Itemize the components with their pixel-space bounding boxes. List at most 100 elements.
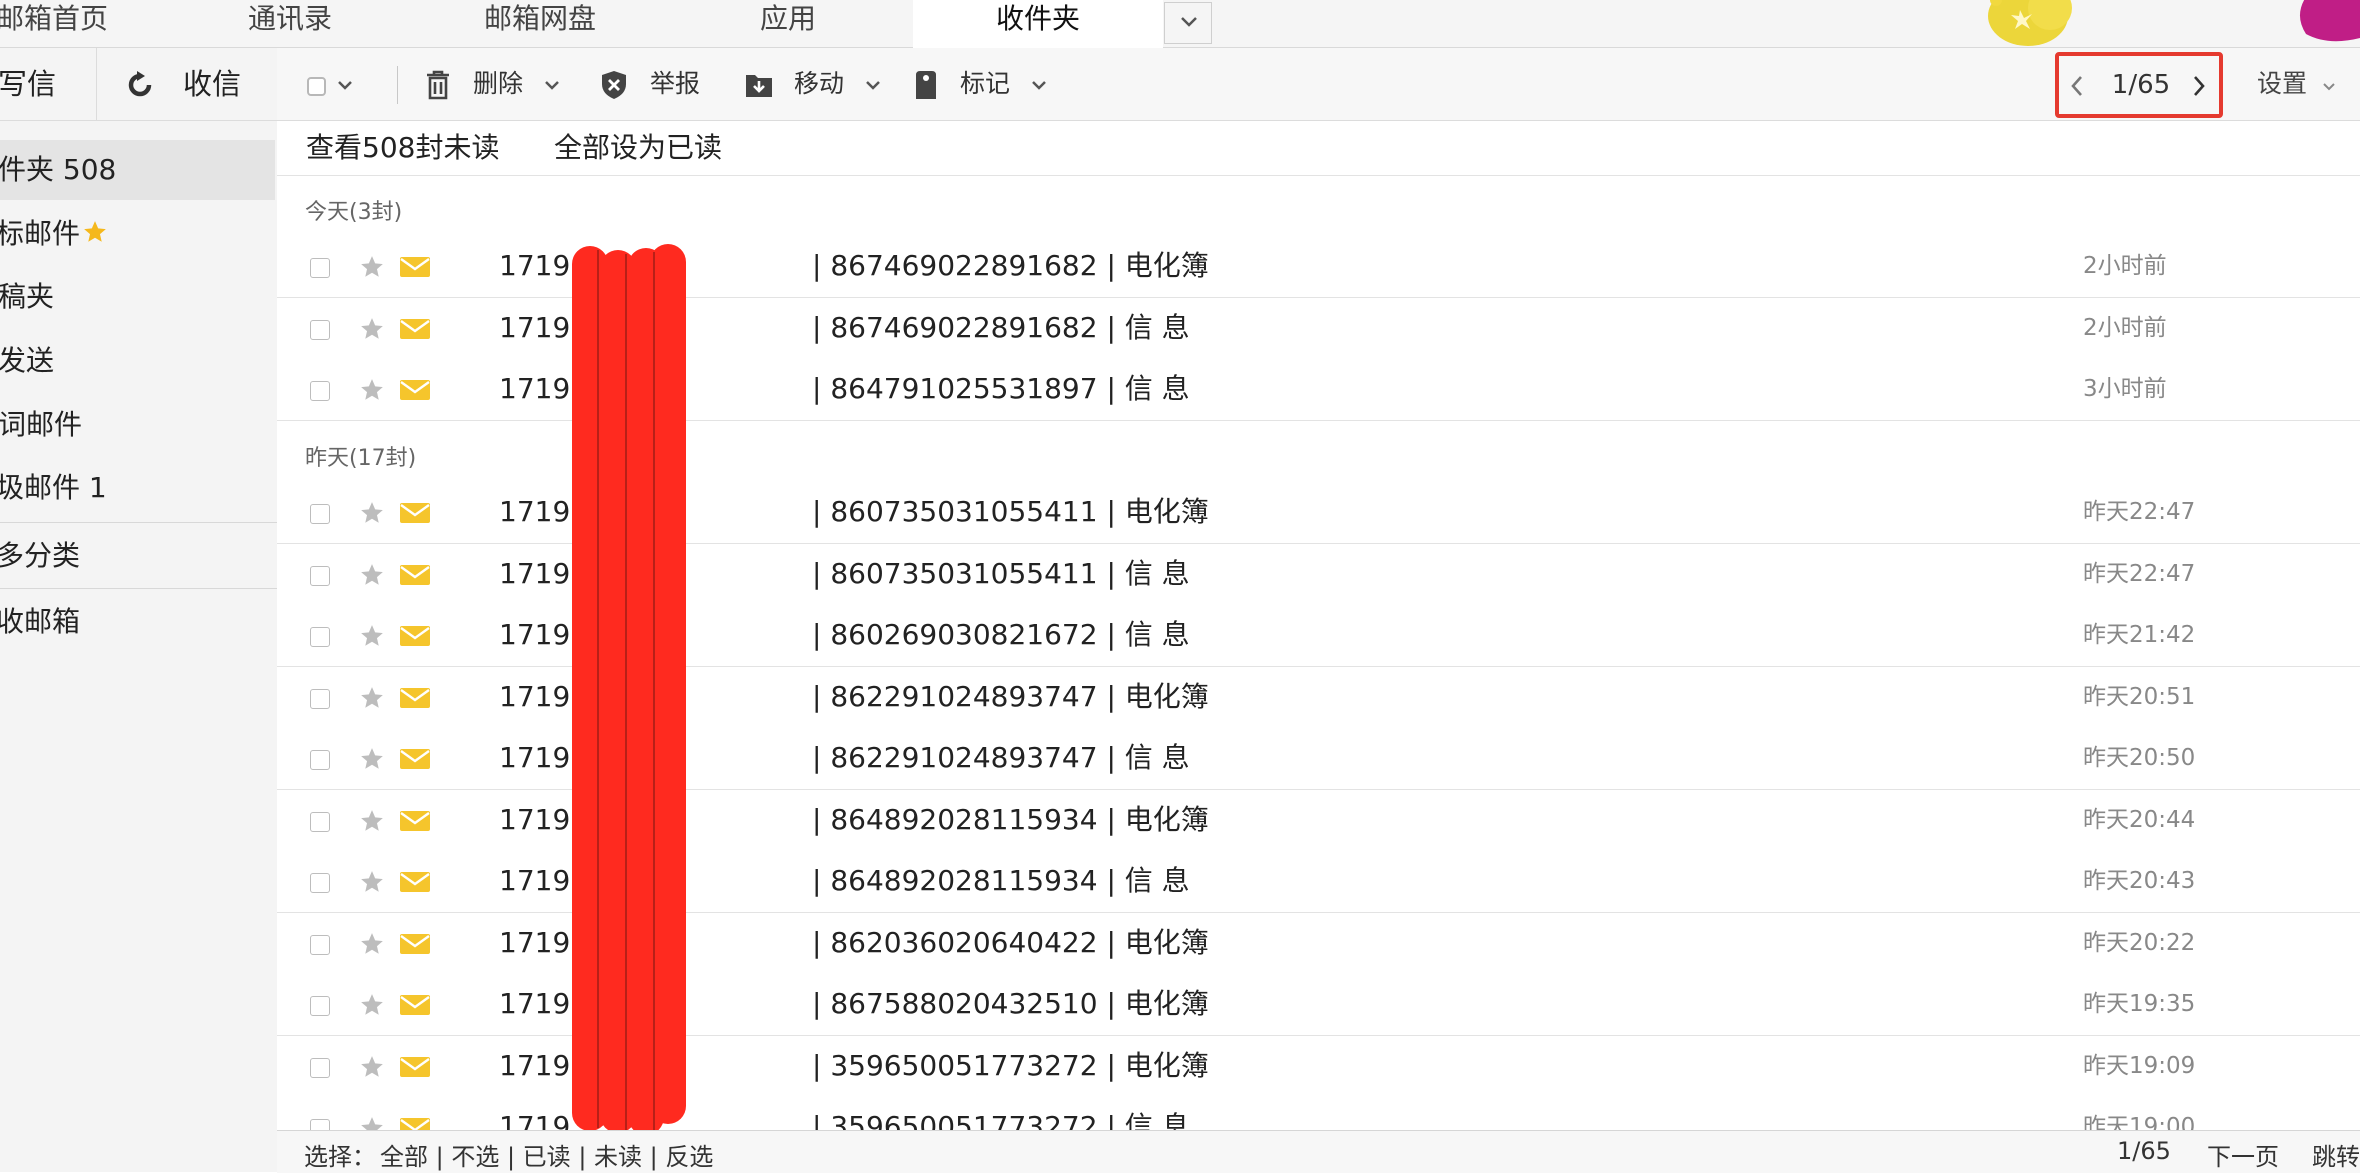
- row-checkbox[interactable]: [310, 935, 330, 955]
- sidebar-item-starred[interactable]: 标邮件: [0, 204, 273, 264]
- folder-move-icon: [746, 75, 772, 97]
- settings-dropdown[interactable]: 设置: [2257, 48, 2337, 120]
- email-subject[interactable]: | 860735031055411 | 电化簿: [812, 482, 1209, 542]
- sidebar-item-more-categories[interactable]: 多分类: [0, 526, 273, 586]
- chevron-left-icon[interactable]: [2069, 75, 2085, 97]
- star-icon[interactable]: [359, 623, 385, 653]
- email-time: 昨天20:51: [2083, 684, 2196, 710]
- email-subject[interactable]: | 862036020640422 | 电化簿: [812, 913, 1209, 973]
- view-unread-link[interactable]: 查看508封未读: [306, 121, 499, 175]
- star-icon[interactable]: [359, 746, 385, 776]
- move-button[interactable]: 移动: [744, 48, 882, 120]
- email-time: 昨天20:44: [2083, 807, 2196, 833]
- row-checkbox[interactable]: [310, 873, 330, 893]
- unread-envelope-icon: [399, 318, 431, 344]
- star-icon[interactable]: [359, 500, 385, 530]
- row-checkbox[interactable]: [310, 1058, 330, 1078]
- sidebar-item-inbox[interactable]: 件夹 508: [0, 140, 275, 200]
- compose-row: 写信 收信: [0, 48, 277, 121]
- tab-inbox[interactable]: 收件夹: [913, 0, 1163, 48]
- star-icon[interactable]: [359, 869, 385, 899]
- email-subject[interactable]: | 864892028115934 | 电化簿: [812, 790, 1209, 850]
- email-sender: 1719: [499, 1049, 571, 1082]
- row-checkbox[interactable]: [310, 996, 330, 1016]
- tab-mailbox-home[interactable]: 邮箱首页: [0, 0, 108, 47]
- email-sender: 1719: [499, 372, 571, 405]
- row-checkbox[interactable]: [310, 689, 330, 709]
- row-checkbox[interactable]: [310, 258, 330, 278]
- footer-select-label: 选择：: [304, 1143, 376, 1171]
- email-subject[interactable]: | 860269030821672 | 信 息: [812, 605, 1190, 665]
- page-indicator: 1/65: [2111, 70, 2171, 100]
- footer-next-link[interactable]: 下一页: [2207, 1137, 2279, 1172]
- mark-button[interactable]: 标记: [914, 48, 1048, 120]
- footer-jump-link[interactable]: 跳转: [2312, 1137, 2360, 1172]
- email-subject[interactable]: | 860735031055411 | 信 息: [812, 544, 1190, 604]
- chevron-right-icon[interactable]: [2191, 75, 2207, 97]
- unread-envelope-icon: [399, 871, 431, 897]
- footer-select-options[interactable]: 全部 | 不选 | 已读 | 未读 | 反选: [380, 1137, 713, 1172]
- row-checkbox[interactable]: [310, 750, 330, 770]
- star-icon[interactable]: [359, 377, 385, 407]
- email-time: 3小时前: [2083, 376, 2167, 402]
- delete-label: 删除: [472, 69, 523, 98]
- unread-envelope-icon: [399, 1056, 431, 1082]
- sidebar-item-drafts[interactable]: 稿夹: [0, 267, 275, 327]
- email-subject[interactable]: | 867469022891682 | 信 息: [812, 298, 1190, 358]
- write-button[interactable]: 写信: [0, 48, 97, 120]
- email-sender: 1719: [499, 680, 571, 713]
- checkbox-icon: [307, 77, 326, 96]
- sidebar-item-deleted[interactable]: 词邮件: [0, 395, 275, 455]
- row-checkbox[interactable]: [310, 566, 330, 586]
- row-checkbox[interactable]: [310, 504, 330, 524]
- select-all-dropdown[interactable]: [306, 48, 354, 120]
- write-label: 写信: [0, 67, 57, 101]
- move-label: 移动: [793, 69, 844, 98]
- row-checkbox[interactable]: [310, 627, 330, 647]
- email-sender: 1719: [499, 741, 571, 774]
- email-sender: 1719: [499, 495, 571, 528]
- tab-apps[interactable]: 应用: [760, 0, 816, 47]
- toolbar-separator: [397, 66, 398, 104]
- email-subject[interactable]: | 864892028115934 | 信 息: [812, 851, 1190, 911]
- email-subject[interactable]: | 359650051773272 | 电化簿: [812, 1036, 1209, 1096]
- star-icon[interactable]: [359, 685, 385, 715]
- email-subject[interactable]: | 864791025531897 | 信 息: [812, 359, 1190, 419]
- group-label: 昨天(17封): [305, 446, 417, 471]
- star-icon[interactable]: [359, 931, 385, 961]
- sidebar-item-spam[interactable]: 圾邮件 1: [0, 458, 273, 518]
- tab-netdisk[interactable]: 邮箱网盘: [484, 0, 596, 47]
- trash-icon: [427, 70, 449, 100]
- star-icon[interactable]: [359, 316, 385, 346]
- row-checkbox[interactable]: [310, 381, 330, 401]
- tab-contacts[interactable]: 通讯录: [248, 0, 332, 47]
- receive-button[interactable]: 收信: [97, 48, 277, 120]
- star-icon[interactable]: [359, 254, 385, 284]
- row-checkbox[interactable]: [310, 812, 330, 832]
- star-icon[interactable]: [359, 992, 385, 1022]
- email-subject[interactable]: | 862291024893747 | 信 息: [812, 728, 1190, 788]
- mark-all-read-link[interactable]: 全部设为已读: [554, 121, 722, 175]
- report-label: 举报: [649, 69, 700, 98]
- email-subject[interactable]: | 862291024893747 | 电化簿: [812, 667, 1209, 727]
- tabs-more-button[interactable]: [1164, 2, 1212, 44]
- email-time: 昨天20:50: [2083, 745, 2196, 771]
- sidebar-item-other-mailbox[interactable]: 收邮箱: [0, 592, 273, 652]
- email-subject[interactable]: | 867588020432510 | 电化簿: [812, 974, 1209, 1034]
- sidebar-item-sent[interactable]: 发送: [0, 331, 275, 391]
- refresh-icon: [128, 71, 152, 97]
- star-icon[interactable]: [359, 1054, 385, 1084]
- delete-button[interactable]: 删除: [425, 48, 561, 120]
- receive-label: 收信: [183, 67, 242, 101]
- mail-toolbar: 删除 举报 移动 标记 1/65 设置: [277, 48, 2360, 121]
- star-icon[interactable]: [359, 562, 385, 592]
- row-checkbox[interactable]: [310, 320, 330, 340]
- email-time: 昨天22:47: [2083, 561, 2196, 587]
- shield-icon: [602, 71, 626, 99]
- email-subject[interactable]: | 867469022891682 | 电化簿: [812, 236, 1209, 296]
- email-time: 2小时前: [2083, 253, 2167, 279]
- star-icon[interactable]: [359, 808, 385, 838]
- unread-envelope-icon: [399, 625, 431, 651]
- email-sender: 1719: [499, 557, 571, 590]
- report-button[interactable]: 举报: [600, 48, 700, 120]
